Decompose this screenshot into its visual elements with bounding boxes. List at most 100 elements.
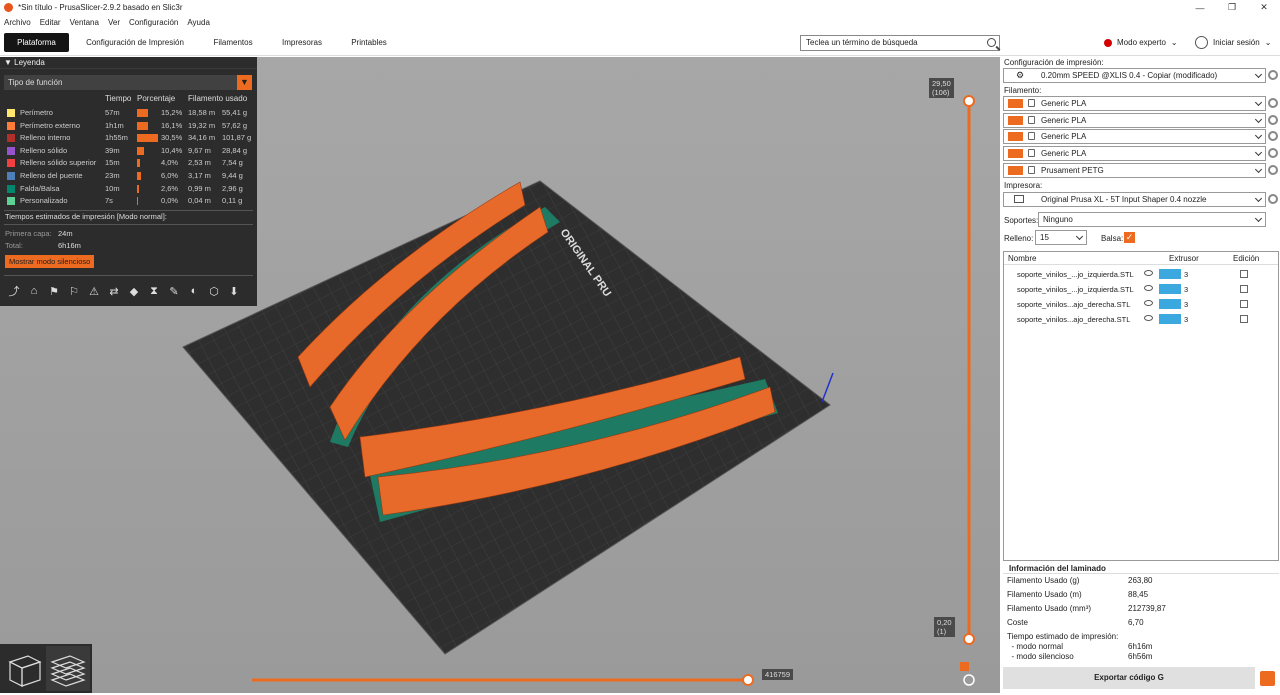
- feature-grams: 55,41 g: [222, 108, 248, 117]
- travel-icon[interactable]: ⤴: [4, 282, 24, 300]
- menu-archivo[interactable]: Archivo: [4, 18, 31, 27]
- menu-editar[interactable]: Editar: [40, 18, 61, 27]
- object-row[interactable]: soporte_vinilos_...jo_izquierda.STL 3: [1004, 267, 1278, 282]
- view-3d-icon[interactable]: [0, 644, 92, 693]
- extruder-color-swatch[interactable]: [1159, 299, 1181, 309]
- legend-row[interactable]: Relleno del puente 23m 6,0% 3,17 m 9,44 g: [0, 170, 257, 182]
- filament-gear-icon[interactable]: [1268, 98, 1278, 108]
- mode-selector[interactable]: Modo experto ⌄: [1104, 38, 1178, 47]
- feature-grams: 101,87 g: [222, 133, 252, 143]
- tab-print-settings[interactable]: Configuración de Impresión: [80, 33, 190, 52]
- color-changes-icon[interactable]: ◆: [124, 282, 144, 300]
- maximize-button[interactable]: ❐: [1216, 0, 1248, 15]
- legend-row[interactable]: Perímetro externo 1h1m 16,1% 19,32 m 57,62 g: [0, 120, 257, 132]
- filament-combo[interactable]: Generic PLA: [1003, 129, 1266, 145]
- deretractions-icon[interactable]: ⚐: [64, 282, 84, 300]
- wipe-icon[interactable]: ⌂: [24, 282, 44, 300]
- show-silent-mode-button[interactable]: Mostrar modo silencioso: [5, 255, 95, 268]
- login-button[interactable]: Iniciar sesión ⌄: [1195, 36, 1271, 49]
- edit-icon[interactable]: [1240, 285, 1248, 293]
- tool-marker-icon[interactable]: ⬇: [224, 282, 244, 300]
- infill-combo[interactable]: 15: [1035, 230, 1087, 245]
- eye-icon[interactable]: [1144, 270, 1153, 276]
- printer-gear-icon[interactable]: [1268, 194, 1278, 204]
- filament-gear-icon[interactable]: [1268, 164, 1278, 175]
- filament-gear-icon[interactable]: [1268, 131, 1278, 142]
- filament-combo[interactable]: Generic PLA: [1003, 146, 1266, 162]
- tab-printers[interactable]: Impresoras: [273, 33, 331, 52]
- extruder-color-swatch[interactable]: [1159, 314, 1181, 324]
- legend-row[interactable]: Perímetro 57m 15,2% 18,58 m 55,41 g: [0, 107, 257, 119]
- menu-ventana[interactable]: Ventana: [70, 18, 99, 27]
- legend-row[interactable]: Relleno interno 1h55m 30,5% 34,16 m 101,87 g: [0, 132, 257, 144]
- slider-settings-icon[interactable]: [960, 662, 969, 671]
- menu-ver[interactable]: Ver: [108, 18, 120, 27]
- infill-value: 15: [1040, 233, 1049, 242]
- object-name: soporte_vinilos_...jo_izquierda.STL: [1017, 285, 1134, 294]
- feature-grams: 28,84 g: [222, 145, 248, 155]
- tab-filaments[interactable]: Filamentos: [205, 33, 261, 52]
- menu-ayuda[interactable]: Ayuda: [187, 18, 210, 27]
- printer-combo[interactable]: Original Prusa XL - 5T Input Shaper 0.4 …: [1003, 192, 1266, 207]
- percent-bar: [137, 159, 140, 168]
- dropdown-arrow-icon[interactable]: ▼: [237, 75, 252, 90]
- edit-icon[interactable]: [1240, 315, 1248, 323]
- color-swatch: [7, 146, 15, 155]
- slider-top-layer: (106): [932, 88, 950, 97]
- info-title: Información del laminado: [1009, 564, 1106, 573]
- pause-icon[interactable]: ⧗: [144, 282, 164, 300]
- minimize-button[interactable]: —: [1184, 0, 1216, 15]
- feature-percent: 10,4%: [161, 145, 183, 155]
- info-value: 6,70: [1128, 618, 1144, 627]
- view-type-select[interactable]: Tipo de función ▼: [4, 75, 252, 90]
- custom-gcode-icon[interactable]: ✎: [164, 282, 184, 300]
- legend-row[interactable]: Relleno sólido 39m 10,4% 9,67 m 28,84 g: [0, 145, 257, 157]
- print-settings-gear-icon[interactable]: [1268, 70, 1278, 80]
- legend-header[interactable]: ▼ Leyenda: [0, 57, 257, 69]
- close-button[interactable]: ✕: [1248, 0, 1280, 15]
- eye-icon[interactable]: [1144, 285, 1153, 291]
- filament-gear-icon[interactable]: [1268, 148, 1278, 159]
- filament-combo[interactable]: Generic PLA: [1003, 112, 1266, 128]
- filament-color-swatch: [1008, 149, 1023, 159]
- slider-top-handle[interactable]: [963, 95, 975, 107]
- legend-row[interactable]: Relleno sólido superior 15m 4,0% 2,53 m 7,54…: [0, 157, 257, 169]
- tool-changes-icon[interactable]: ⇄: [104, 282, 124, 300]
- shells-icon[interactable]: ⬡: [204, 282, 224, 300]
- tab-printables[interactable]: Printables: [343, 33, 395, 52]
- horizontal-slider-handle[interactable]: [742, 674, 754, 686]
- legend-row[interactable]: Personalizado 7s 0,0% 0,04 m 0,11 g: [0, 195, 257, 207]
- legend-row[interactable]: Falda/Balsa 10m 2,6% 0,99 m 2,96 g: [0, 183, 257, 195]
- filament-gear-icon[interactable]: [1268, 114, 1278, 125]
- info-row: Coste 6,70: [1007, 618, 1275, 627]
- filament-combo[interactable]: Generic PLA: [1003, 96, 1266, 111]
- extruder-color-swatch[interactable]: [1159, 269, 1181, 279]
- raft-checkbox[interactable]: ✓: [1124, 232, 1135, 243]
- edit-icon[interactable]: [1240, 300, 1248, 308]
- search-icon[interactable]: [987, 38, 996, 47]
- retractions-icon[interactable]: ⚑: [44, 282, 64, 300]
- divider: [4, 275, 253, 276]
- object-row[interactable]: soporte_vinilos...ajo_derecha.STL 3: [1004, 312, 1278, 327]
- seams-icon[interactable]: ⚠: [84, 282, 104, 300]
- eye-icon[interactable]: [1144, 300, 1153, 306]
- export-gcode-button[interactable]: Exportar código G: [1003, 667, 1255, 689]
- percent-bar: [137, 109, 148, 117]
- print-settings-combo[interactable]: ⚙ 0.20mm SPEED @XLIS 0.4 - Copiar (modif…: [1003, 68, 1266, 83]
- tab-plataforma[interactable]: Plataforma: [4, 33, 69, 52]
- object-row[interactable]: soporte_vinilos...ajo_derecha.STL 3: [1004, 297, 1278, 312]
- title-bar: *Sin título - PrusaSlicer-2.9.2 basado e…: [0, 0, 1280, 15]
- color-swatch: [7, 159, 15, 168]
- eye-icon[interactable]: [1144, 315, 1153, 321]
- extruder-color-swatch[interactable]: [1159, 284, 1181, 294]
- supports-combo[interactable]: Ninguno: [1038, 212, 1266, 227]
- menu-configuracion[interactable]: Configuración: [129, 18, 178, 27]
- send-to-printer-icon[interactable]: [1260, 671, 1275, 686]
- filament-combo[interactable]: Prusament PETG: [1003, 162, 1266, 178]
- search-input[interactable]: Teclea un término de búsqueda: [800, 35, 1000, 51]
- slider-cog-icon[interactable]: [963, 674, 975, 686]
- slider-bottom-handle[interactable]: [963, 633, 975, 645]
- edit-icon[interactable]: [1240, 270, 1248, 278]
- object-row[interactable]: soporte_vinilos_...jo_izquierda.STL 3: [1004, 282, 1278, 297]
- center-of-gravity-icon[interactable]: ◐: [184, 282, 204, 300]
